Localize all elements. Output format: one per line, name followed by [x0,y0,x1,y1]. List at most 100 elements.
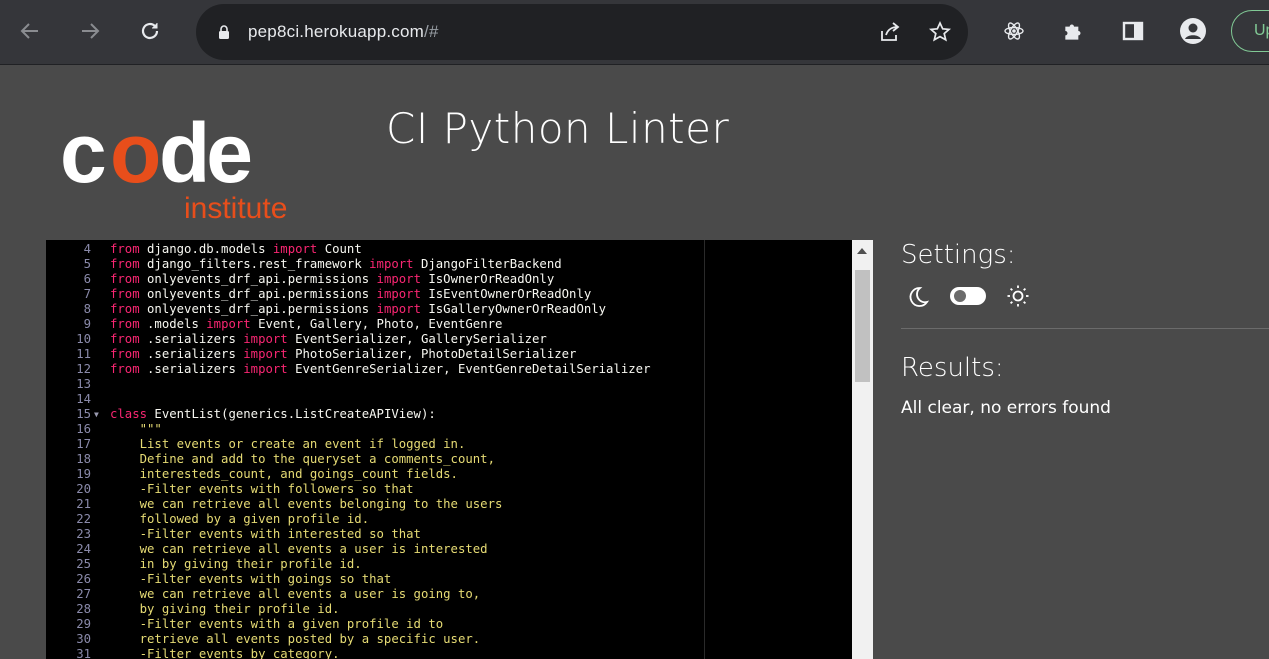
line-number: 23 [76,527,91,541]
profile-button[interactable] [1176,14,1210,48]
code-token: onlyevents_drf_api.permissions [139,287,377,301]
string-token: -Filter events with interested so that [110,527,421,541]
theme-toggle[interactable] [950,287,986,305]
code-text: Define and add to the queryset a comment… [110,452,495,467]
keyword-token: import [376,302,421,316]
avatar-icon [1180,18,1206,44]
string-token: -Filter events with followers so that [110,482,414,496]
string-token: Define and add to the queryset a comment… [110,452,495,466]
arrow-left-icon [20,23,38,39]
code-token: Event, Gallery, Photo, EventGenre [250,317,503,331]
line-number: 5 [83,257,91,271]
arrow-right-icon [82,23,100,39]
code-text: retrieve all events posted by a specific… [110,632,481,647]
keyword-token: from [110,347,140,361]
fold-arrow-icon[interactable]: ▼ [94,407,99,422]
keyword-token: from [110,332,140,346]
code-text: from django_filters.rest_framework impor… [110,257,562,272]
keyword-token: class [110,407,148,421]
results-message: All clear, no errors found [901,398,1111,418]
line-number: 10 [76,332,91,346]
line-number: 15 [76,407,91,421]
sun-icon [1007,285,1029,307]
code-token: EventSerializer, GallerySerializer [287,332,547,346]
code-text: in by giving their profile id. [110,557,362,572]
back-button[interactable] [13,14,47,48]
line-number: 19 [76,467,91,481]
keyword-token: import [206,317,251,331]
line-number: 22 [76,512,91,526]
reload-icon [141,22,159,40]
line-number: 7 [83,287,91,301]
string-token: by giving their profile id. [110,602,340,616]
line-number: 16 [76,422,91,436]
extensions-button[interactable] [1057,14,1091,48]
toggle-knob [954,290,966,302]
code-text: from onlyevents_drf_api.permissions impo… [110,302,606,317]
string-token: we can retrieve all events belonging to … [110,497,503,511]
bookmark-star-icon[interactable] [928,20,952,44]
side-panel-button[interactable] [1116,14,1150,48]
code-token: onlyevents_drf_api.permissions [139,272,377,286]
reload-button[interactable] [133,14,167,48]
keyword-token: from [110,272,140,286]
code-text: from onlyevents_drf_api.permissions impo… [110,272,554,287]
share-icon[interactable] [878,20,902,44]
line-number: 31 [76,647,91,659]
code-token: IsOwnerOrReadOnly [420,272,555,286]
line-number: 14 [76,392,91,406]
code-text: interesteds_count, and goings_count fiel… [110,467,458,482]
code-text: -Filter events with followers so that [110,482,414,497]
forward-button[interactable] [73,14,107,48]
scrollbar-thumb[interactable] [855,270,870,382]
update-button[interactable]: Up [1231,10,1269,52]
address-bar[interactable]: pep8ci.herokuapp.com/# [196,4,968,60]
line-number: 29 [76,617,91,631]
code-text: -Filter events with goings so that [110,572,392,587]
code-token: .serializers [139,347,244,361]
editor-scrollbar[interactable] [852,240,873,659]
lock-icon [219,25,229,39]
code-text: class EventList(generics.ListCreateAPIVi… [110,407,436,422]
string-token: followed by a given profile id. [110,512,370,526]
panel-divider [901,328,1269,329]
code-text: we can retrieve all events a user is int… [110,542,488,557]
line-number: 17 [76,437,91,451]
url-text[interactable]: pep8ci.herokuapp.com/# [248,4,439,60]
puzzle-piece-icon [1065,24,1081,40]
string-token: -Filter events by category. [110,647,340,659]
keyword-token: import [376,287,421,301]
code-token: .models [139,317,207,331]
keyword-token: from [110,257,140,271]
code-text: from .models import Event, Gallery, Phot… [110,317,502,332]
keyword-token: from [110,287,140,301]
line-number: 21 [76,497,91,511]
keyword-token: import [376,272,421,286]
code-institute-logo: c o de institute [60,104,320,225]
string-token: retrieve all events posted by a specific… [110,632,481,646]
keyword-token: import [272,242,318,256]
svg-text:institute: institute [184,192,287,224]
code-text: from .serializers import EventSerializer… [110,332,547,347]
line-number: 27 [76,587,91,601]
settings-heading: Settings: [901,240,1016,270]
page-title: CI Python Linter [386,104,730,153]
scroll-up-arrow-icon[interactable] [857,248,867,254]
code-token: .serializers [139,332,244,346]
line-number: 20 [76,482,91,496]
line-number: 25 [76,557,91,571]
code-editor[interactable]: 4 from django.db.models import Count 5 from… [46,240,852,659]
svg-text:de: de [159,106,250,200]
line-number: 4 [83,242,91,256]
string-token: -Filter events with a given profile id t… [110,617,444,631]
code-token: Count [317,242,362,256]
react-atom-icon [1004,22,1024,40]
keyword-token: from [110,302,140,316]
code-text: from .serializers import EventGenreSeria… [110,362,650,377]
react-devtools-button[interactable] [997,14,1031,48]
keyword-token: import [243,332,288,346]
code-text: -Filter events with a given profile id t… [110,617,444,632]
keyword-token: import [243,347,288,361]
string-token: we can retrieve all events a user is goi… [110,587,481,601]
results-heading: Results: [901,353,1004,383]
